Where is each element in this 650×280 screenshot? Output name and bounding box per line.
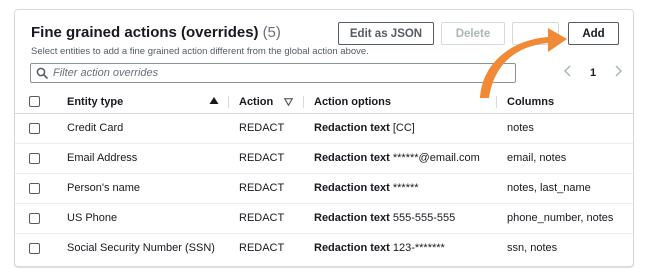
- add-button[interactable]: Add: [568, 22, 619, 45]
- entity-type-cell: US Phone: [55, 203, 228, 234]
- delete-button[interactable]: Delete: [441, 22, 505, 45]
- action-options-cell: Redaction text ******: [303, 173, 496, 204]
- entity-type-header[interactable]: Entity type: [55, 91, 228, 114]
- columns-cell: notes: [496, 113, 633, 144]
- filter-overrides-search[interactable]: Filter action overrides: [30, 63, 516, 83]
- table-row[interactable]: Person's name REDACT Redaction text ****…: [15, 173, 633, 204]
- action-cell: REDACT: [228, 113, 303, 144]
- row-checkbox[interactable]: [29, 122, 40, 134]
- table-header-row: Entity type Action Action options Column…: [15, 91, 633, 114]
- pagination: 1: [563, 65, 623, 81]
- fine-grained-actions-panel: Fine grained actions (overrides) (5) Sele…: [14, 9, 634, 267]
- option-value: ******: [392, 182, 419, 194]
- option-label: Redaction text: [314, 182, 390, 194]
- entity-type-cell: Social Security Number (SSN): [67, 242, 215, 255]
- filter-icon[interactable]: [283, 97, 294, 109]
- override-count: (5): [262, 24, 281, 41]
- row-checkbox[interactable]: [29, 152, 40, 164]
- option-value: ******@email.com: [392, 152, 480, 164]
- entity-type-cell: Credit Card: [55, 113, 228, 144]
- columns-cell: notes, last_name: [496, 173, 633, 204]
- row-checkbox[interactable]: [29, 242, 40, 254]
- table-row[interactable]: Credit Card REDACT Redaction text [CC] n…: [15, 113, 633, 144]
- action-options-cell: Redaction text ******@email.com: [303, 143, 496, 174]
- panel-title-text: Fine grained actions (overrides): [31, 24, 259, 41]
- overrides-table: Entity type Action Action options Column…: [15, 91, 633, 263]
- entity-type-header-label: Entity type: [67, 95, 124, 108]
- option-label: Redaction text: [314, 212, 390, 224]
- columns-cell: phone_number, notes: [496, 203, 633, 234]
- current-page-number[interactable]: 1: [590, 67, 596, 79]
- action-cell: REDACT: [228, 203, 303, 234]
- option-value: 555-555-555: [392, 212, 456, 224]
- entity-type-cell: Person's name: [55, 173, 228, 204]
- action-options-cell: Redaction text 123-*******: [303, 233, 496, 263]
- search-icon: [31, 64, 53, 82]
- panel-title: Fine grained actions (overrides) (5): [31, 24, 281, 41]
- action-options-header: Action options: [303, 91, 496, 114]
- option-value: [CC]: [392, 122, 415, 134]
- select-all-checkbox[interactable]: [29, 96, 40, 108]
- search-input[interactable]: Filter action overrides: [53, 67, 158, 79]
- option-label: Redaction text: [314, 242, 390, 255]
- option-label: Redaction text: [314, 152, 390, 164]
- option-value: 123-*******: [392, 242, 445, 255]
- columns-cell: ssn, notes: [507, 242, 558, 255]
- chevron-right-icon[interactable]: [613, 64, 623, 82]
- sort-ascending-icon[interactable]: [209, 96, 219, 109]
- entity-type-cell: Email Address: [55, 143, 228, 174]
- obscured-button[interactable]: [512, 22, 559, 45]
- action-header-label: Action: [239, 95, 274, 108]
- row-checkbox[interactable]: [29, 182, 40, 194]
- row-checkbox[interactable]: [29, 212, 40, 224]
- select-all-cell: [15, 91, 55, 114]
- chevron-left-icon[interactable]: [563, 64, 573, 82]
- action-cell: REDACT: [239, 242, 285, 255]
- action-header[interactable]: Action: [228, 91, 303, 114]
- option-label: Redaction text: [314, 122, 390, 134]
- columns-header: Columns: [496, 91, 633, 114]
- action-options-cell: Redaction text [CC]: [303, 113, 496, 144]
- action-cell: REDACT: [228, 143, 303, 174]
- columns-cell: email, notes: [496, 143, 633, 174]
- table-row[interactable]: Social Security Number (SSN) REDACT Reda…: [15, 233, 633, 263]
- panel-description: Select entities to add a fine grained ac…: [31, 46, 369, 57]
- action-options-cell: Redaction text 555-555-555: [303, 203, 496, 234]
- table-row[interactable]: US Phone REDACT Redaction text 555-555-5…: [15, 203, 633, 234]
- action-cell: REDACT: [228, 173, 303, 204]
- edit-as-json-button[interactable]: Edit as JSON: [338, 22, 434, 45]
- table-row[interactable]: Email Address REDACT Redaction text ****…: [15, 143, 633, 174]
